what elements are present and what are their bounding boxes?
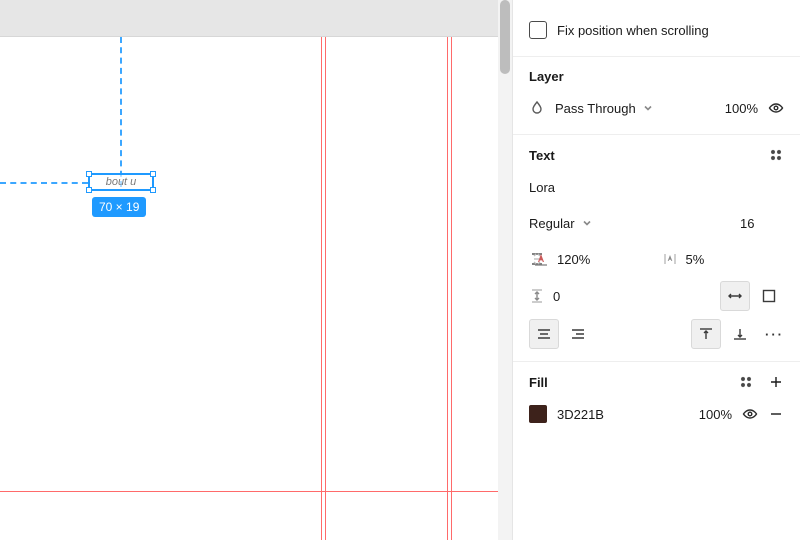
layout-guide-vertical	[447, 37, 448, 540]
align-bottom-button[interactable]	[725, 319, 755, 349]
add-fill-button[interactable]	[768, 374, 784, 390]
paragraph-spacing-icon	[529, 288, 545, 304]
selection-dimensions-badge: 70 × 19	[92, 197, 146, 217]
resize-handle-se[interactable]	[150, 187, 156, 193]
artboard[interactable]: bout u 70 × 19	[0, 36, 512, 540]
selected-text-node[interactable]: bout u	[88, 173, 154, 191]
resize-handle-sw[interactable]	[86, 187, 92, 193]
fill-color-hex[interactable]: 3D221B	[557, 407, 604, 422]
paragraph-spacing-input[interactable]: 0	[553, 289, 560, 304]
text-more-options[interactable]: ···	[765, 327, 784, 342]
fix-position-label: Fix position when scrolling	[557, 23, 709, 38]
remove-fill-button[interactable]	[768, 406, 784, 422]
resize-handle-ne[interactable]	[150, 171, 156, 177]
line-height-icon	[533, 251, 549, 267]
fill-opacity-input[interactable]: 100%	[699, 407, 732, 422]
inspector-panel: Fix position when scrolling Layer Pass T…	[512, 0, 800, 540]
canvas-scrollbar[interactable]	[498, 0, 512, 540]
selected-text-preview: bout u	[106, 177, 137, 188]
fixed-size-button[interactable]	[754, 281, 784, 311]
fill-section-title: Fill	[529, 375, 548, 390]
layout-guide-horizontal	[0, 491, 511, 492]
chevron-down-icon	[643, 101, 653, 111]
layer-opacity-input[interactable]: 100%	[714, 101, 758, 116]
fill-styles-button[interactable]	[738, 374, 754, 390]
visibility-toggle[interactable]	[768, 100, 784, 116]
blend-mode-value: Pass Through	[555, 101, 636, 116]
section-layer: Layer Pass Through 100%	[513, 57, 800, 135]
smart-guide-vertical	[120, 37, 122, 187]
resize-handle-nw[interactable]	[86, 171, 92, 177]
fill-visibility-toggle[interactable]	[742, 406, 758, 422]
layout-guide-vertical	[321, 37, 322, 540]
letter-spacing-input[interactable]: 5%	[686, 252, 705, 267]
section-text: Text Lora Regular 16 A	[513, 135, 800, 362]
canvas-chrome-strip	[0, 0, 512, 36]
design-canvas[interactable]: bout u 70 × 19	[0, 0, 512, 540]
font-size-input[interactable]: 16	[740, 216, 784, 231]
smart-guide-horizontal	[0, 182, 88, 184]
fix-position-checkbox[interactable]	[529, 21, 547, 39]
font-family-select[interactable]: Lora	[529, 180, 784, 195]
auto-width-button[interactable]	[720, 281, 750, 311]
blend-mode-icon	[529, 100, 545, 116]
align-top-button[interactable]	[691, 319, 721, 349]
blend-mode-select[interactable]: Pass Through	[555, 101, 704, 116]
layout-guide-vertical	[325, 37, 326, 540]
text-section-title: Text	[529, 148, 555, 163]
scrollbar-thumb[interactable]	[500, 0, 510, 74]
type-details-button[interactable]	[768, 147, 784, 163]
section-constraints: Fix position when scrolling	[513, 0, 800, 57]
layer-section-title: Layer	[529, 69, 564, 84]
text-resize-group	[720, 281, 784, 311]
font-style-value: Regular	[529, 216, 575, 231]
chevron-down-icon	[582, 216, 592, 226]
line-height-input[interactable]: 120%	[557, 252, 590, 267]
text-align-vertical-group	[691, 319, 755, 349]
layout-guide-vertical	[451, 37, 452, 540]
align-center-button[interactable]	[529, 319, 559, 349]
fill-color-swatch[interactable]	[529, 405, 547, 423]
align-right-button[interactable]	[563, 319, 593, 349]
letter-spacing-icon	[662, 251, 678, 267]
font-style-select[interactable]: Regular	[529, 216, 592, 231]
text-align-horizontal-group	[529, 319, 593, 349]
section-fill: Fill 3D221B 100%	[513, 362, 800, 440]
